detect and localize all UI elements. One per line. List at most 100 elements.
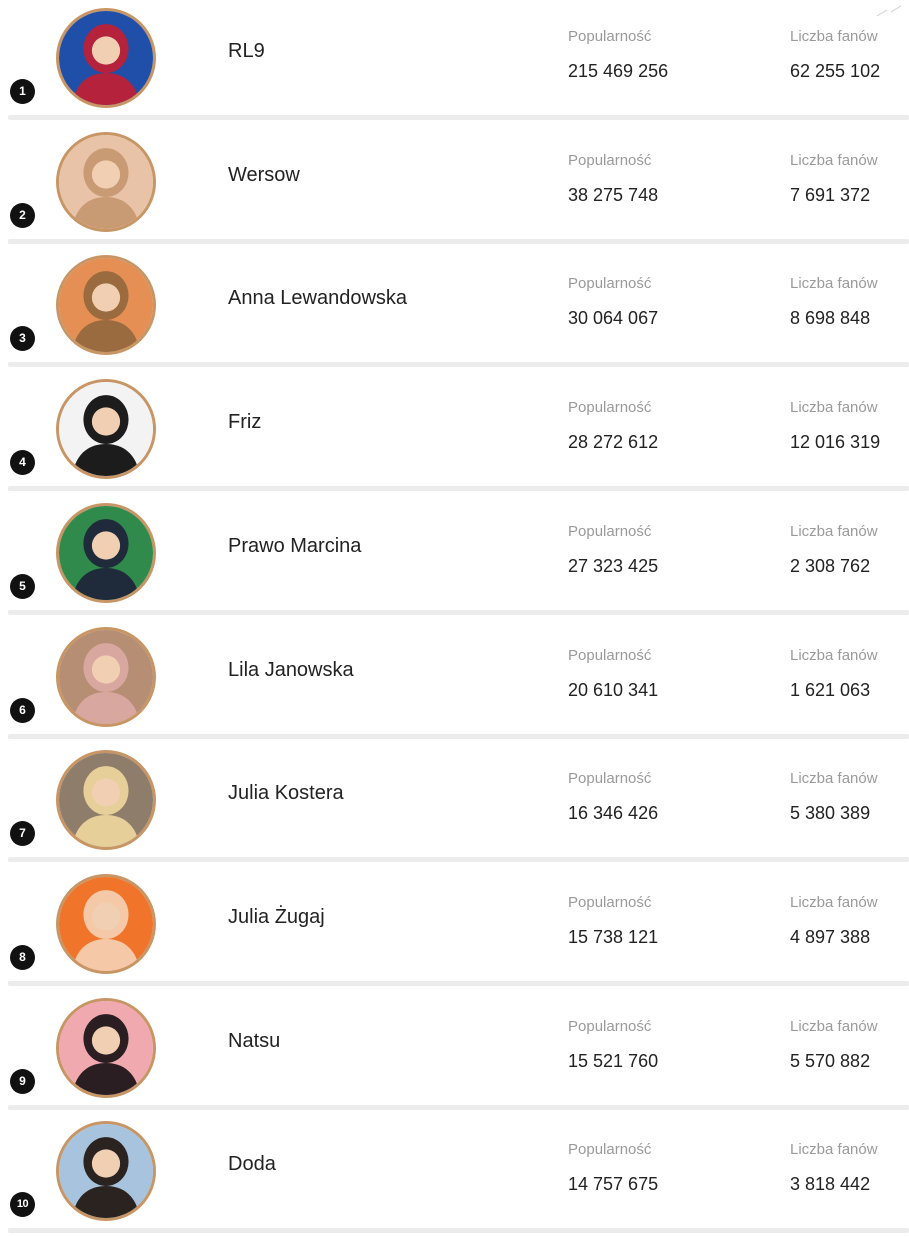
influencer-name[interactable]: Prawo Marcina bbox=[228, 535, 361, 558]
ranking-row-4[interactable]: 4 Friz Popularność 28 272 612 Liczba fan… bbox=[0, 371, 909, 495]
fans-count-value: 12 016 319 bbox=[790, 432, 881, 453]
popularity-value: 30 064 067 bbox=[568, 308, 659, 329]
rank-badge: 2 bbox=[10, 202, 35, 228]
rank-badge: 5 bbox=[10, 573, 35, 599]
rank-badge: 9 bbox=[10, 1068, 35, 1094]
popularity-label: Popularność bbox=[568, 522, 652, 540]
fans-count-label: Liczba fanów bbox=[790, 522, 878, 540]
fans-count-label: Liczba fanów bbox=[790, 893, 878, 911]
avatar-photo-icon bbox=[59, 876, 153, 971]
avatar-photo-icon bbox=[59, 753, 153, 848]
influencer-name[interactable]: Wersow bbox=[228, 164, 300, 187]
popularity-value: 16 346 426 bbox=[568, 803, 659, 824]
fans-count-value: 8 698 848 bbox=[790, 308, 871, 329]
avatar[interactable] bbox=[56, 131, 156, 232]
rank-badge: 4 bbox=[10, 450, 35, 476]
row-divider bbox=[8, 980, 909, 986]
influencer-name[interactable]: Julia Żugaj bbox=[228, 906, 325, 929]
ranking-row-6[interactable]: 6 Lila Janowska Popularność 20 610 341 L… bbox=[0, 619, 909, 743]
avatar-photo-icon bbox=[59, 134, 153, 229]
fans-count-value: 7 691 372 bbox=[790, 184, 871, 205]
row-divider bbox=[8, 362, 909, 368]
row-divider bbox=[8, 1228, 909, 1234]
fans-count-value: 5 380 389 bbox=[790, 803, 871, 824]
influencer-name[interactable]: Anna Lewandowska bbox=[228, 287, 407, 310]
avatar[interactable] bbox=[56, 379, 156, 480]
rank-badge: 3 bbox=[10, 326, 35, 352]
popularity-value: 15 738 121 bbox=[568, 926, 659, 947]
avatar-photo-icon bbox=[59, 258, 153, 353]
row-divider bbox=[8, 609, 909, 615]
fans-count-label: Liczba fanów bbox=[790, 770, 878, 788]
rank-badge: 10 bbox=[10, 1192, 35, 1218]
influencer-name[interactable]: Lila Janowska bbox=[228, 659, 354, 682]
fans-count-label: Liczba fanów bbox=[790, 646, 878, 664]
fans-count-label: Liczba fanów bbox=[790, 399, 878, 417]
influencer-name[interactable]: Natsu bbox=[228, 1030, 280, 1053]
ranking-row-7[interactable]: 7 Julia Kostera Popularność 16 346 426 L… bbox=[0, 742, 909, 866]
row-divider bbox=[8, 238, 909, 244]
rank-badge: 1 bbox=[10, 79, 35, 104]
fans-count-value: 5 570 882 bbox=[790, 1050, 871, 1071]
row-divider bbox=[8, 857, 909, 863]
avatar[interactable] bbox=[56, 997, 156, 1098]
rank-badge: 7 bbox=[10, 821, 35, 847]
avatar[interactable] bbox=[56, 1121, 156, 1222]
rank-badge: 6 bbox=[10, 697, 35, 723]
influencer-name[interactable]: Julia Kostera bbox=[228, 782, 344, 805]
popularity-value: 20 610 341 bbox=[568, 679, 659, 700]
avatar-photo-icon bbox=[59, 1124, 153, 1219]
row-divider bbox=[8, 115, 909, 120]
popularity-label: Popularność bbox=[568, 770, 652, 788]
avatar-photo-icon bbox=[59, 11, 153, 105]
popularity-value: 28 272 612 bbox=[568, 432, 659, 453]
popularity-label: Popularność bbox=[568, 1017, 652, 1035]
popularity-label: Popularność bbox=[568, 399, 652, 417]
popularity-label: Popularność bbox=[568, 28, 652, 45]
row-divider bbox=[8, 1104, 909, 1110]
fans-count-label: Liczba fanów bbox=[790, 1017, 878, 1035]
fans-count-value: 3 818 442 bbox=[790, 1174, 871, 1195]
avatar-photo-icon bbox=[59, 505, 153, 600]
avatar[interactable] bbox=[56, 502, 156, 603]
avatar[interactable] bbox=[56, 873, 156, 974]
fans-count-label: Liczba fanów bbox=[790, 151, 878, 169]
rank-badge: 8 bbox=[10, 944, 35, 970]
avatar[interactable] bbox=[56, 255, 156, 356]
popularity-label: Popularność bbox=[568, 646, 652, 664]
ranking-row-2[interactable]: 2 Wersow Popularność 38 275 748 Liczba f… bbox=[0, 124, 909, 248]
row-divider bbox=[8, 486, 909, 492]
popularity-label: Popularność bbox=[568, 1141, 652, 1159]
fans-count-value: 62 255 102 bbox=[790, 61, 881, 81]
fans-count-label: Liczba fanów bbox=[790, 28, 878, 45]
influencer-name[interactable]: RL9 bbox=[228, 40, 265, 63]
fans-count-value: 2 308 762 bbox=[790, 555, 871, 576]
avatar-photo-icon bbox=[59, 629, 153, 724]
ranking-row-5[interactable]: 5 Prawo Marcina Popularność 27 323 425 L… bbox=[0, 495, 909, 619]
popularity-value: 15 521 760 bbox=[568, 1050, 659, 1071]
popularity-value: 27 323 425 bbox=[568, 555, 659, 576]
popularity-value: 14 757 675 bbox=[568, 1174, 659, 1195]
popularity-label: Popularność bbox=[568, 275, 652, 293]
popularity-value: 215 469 256 bbox=[568, 61, 669, 81]
popularity-label: Popularność bbox=[568, 893, 652, 911]
influencer-name[interactable]: Friz bbox=[228, 411, 261, 434]
fans-count-label: Liczba fanów bbox=[790, 275, 878, 293]
avatar[interactable] bbox=[56, 750, 156, 851]
avatar-photo-icon bbox=[59, 382, 153, 477]
ranking-row-8[interactable]: 8 Julia Żugaj Popularność 15 738 121 Lic… bbox=[0, 866, 909, 990]
popularity-label: Popularność bbox=[568, 151, 652, 169]
fans-count-value: 1 621 063 bbox=[790, 679, 871, 700]
popularity-value: 38 275 748 bbox=[568, 184, 659, 205]
ranking-row-3[interactable]: 3 Anna Lewandowska Popularność 30 064 06… bbox=[0, 247, 909, 371]
ranking-row-9[interactable]: 9 Natsu Popularność 15 521 760 Liczba fa… bbox=[0, 990, 909, 1114]
avatar[interactable] bbox=[56, 8, 156, 108]
row-divider bbox=[8, 733, 909, 739]
avatar-photo-icon bbox=[59, 1000, 153, 1095]
ranking-row-10[interactable]: 10 Doda Popularność 14 757 675 Liczba fa… bbox=[0, 1113, 909, 1237]
fans-count-label: Liczba fanów bbox=[790, 1141, 878, 1159]
influencer-name[interactable]: Doda bbox=[228, 1153, 276, 1176]
avatar[interactable] bbox=[56, 626, 156, 727]
ranking-row-1[interactable]: 1 RL9 Popularność 215 469 256 Liczba fan… bbox=[0, 0, 909, 124]
fans-count-value: 4 897 388 bbox=[790, 926, 871, 947]
